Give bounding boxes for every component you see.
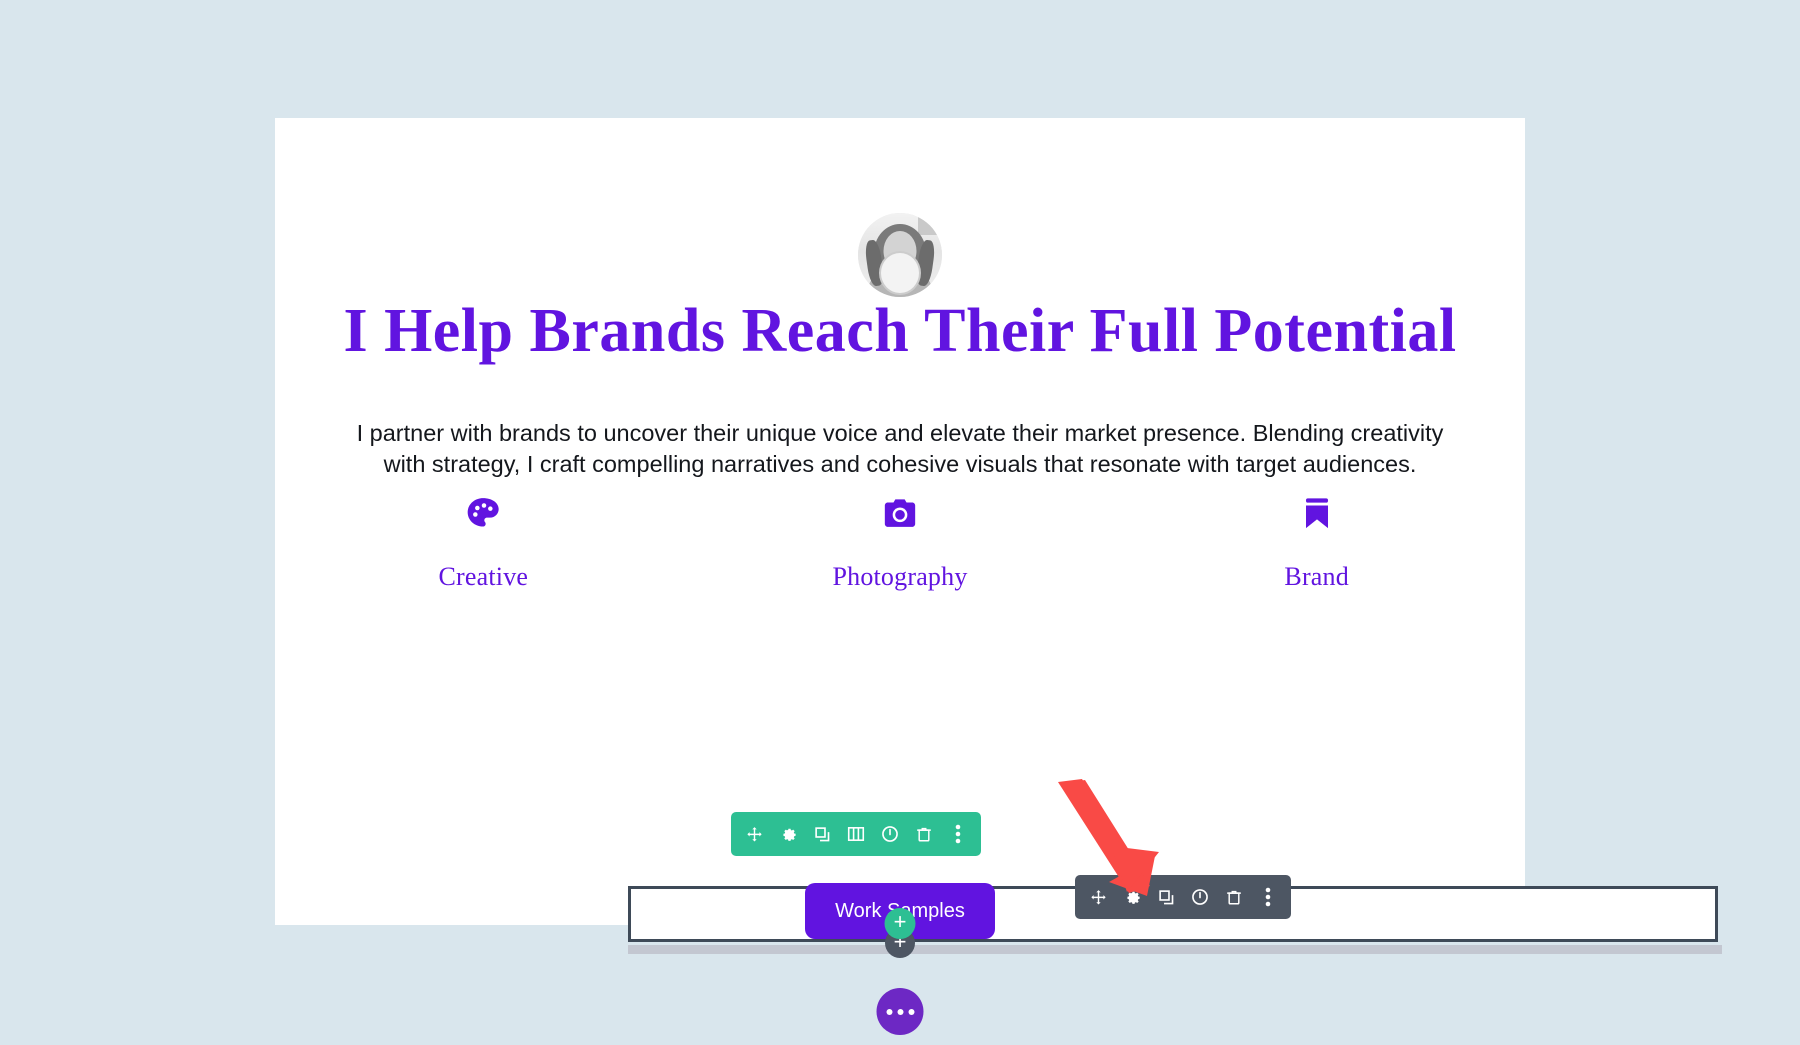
menu-dot xyxy=(897,1008,903,1015)
page-title: I Help Brands Reach Their Full Potential xyxy=(343,297,1457,365)
power-icon[interactable] xyxy=(1189,884,1211,910)
feature-label: Creative xyxy=(438,562,529,591)
power-icon[interactable] xyxy=(879,821,901,847)
trash-icon[interactable] xyxy=(1223,884,1245,910)
kebab-menu-icon[interactable] xyxy=(947,821,969,847)
feature-label: Brand xyxy=(1284,562,1349,591)
avatar-held-object xyxy=(879,251,921,295)
palette-icon xyxy=(275,488,692,540)
avatar-backdrop-corner xyxy=(918,213,938,235)
hero-paragraph: I partner with brands to uncover their u… xyxy=(356,420,1444,478)
camera-icon xyxy=(692,488,1109,540)
duplicate-icon[interactable] xyxy=(811,821,833,847)
add-section-button[interactable]: + xyxy=(884,908,916,939)
menu-dot xyxy=(908,1008,914,1015)
trash-icon[interactable] xyxy=(913,821,935,847)
feature-columns: Creative Photography Brand xyxy=(275,488,1525,592)
row-toolbar[interactable] xyxy=(731,812,981,856)
feature-column-creative: Creative xyxy=(275,488,692,592)
kebab-menu-icon[interactable] xyxy=(1257,884,1279,910)
columns-icon[interactable] xyxy=(845,821,867,847)
duplicate-icon[interactable] xyxy=(1155,884,1177,910)
page-canvas: I Help Brands Reach Their Full Potential… xyxy=(275,118,1722,958)
feature-column-brand: Brand xyxy=(1108,488,1525,592)
feature-column-photography: Photography xyxy=(692,488,1109,592)
row-shadow-bar xyxy=(628,945,1722,954)
feature-label: Photography xyxy=(832,562,968,591)
gear-icon[interactable] xyxy=(777,821,799,847)
move-icon[interactable] xyxy=(743,821,765,847)
gear-icon[interactable] xyxy=(1121,884,1143,910)
bookmark-icon xyxy=(1108,488,1525,540)
builder-menu-button[interactable] xyxy=(876,988,924,1035)
menu-dot xyxy=(886,1008,892,1015)
avatar-image xyxy=(858,213,942,297)
avatar xyxy=(858,213,942,297)
module-toolbar[interactable] xyxy=(1075,875,1291,919)
move-icon[interactable] xyxy=(1087,884,1109,910)
